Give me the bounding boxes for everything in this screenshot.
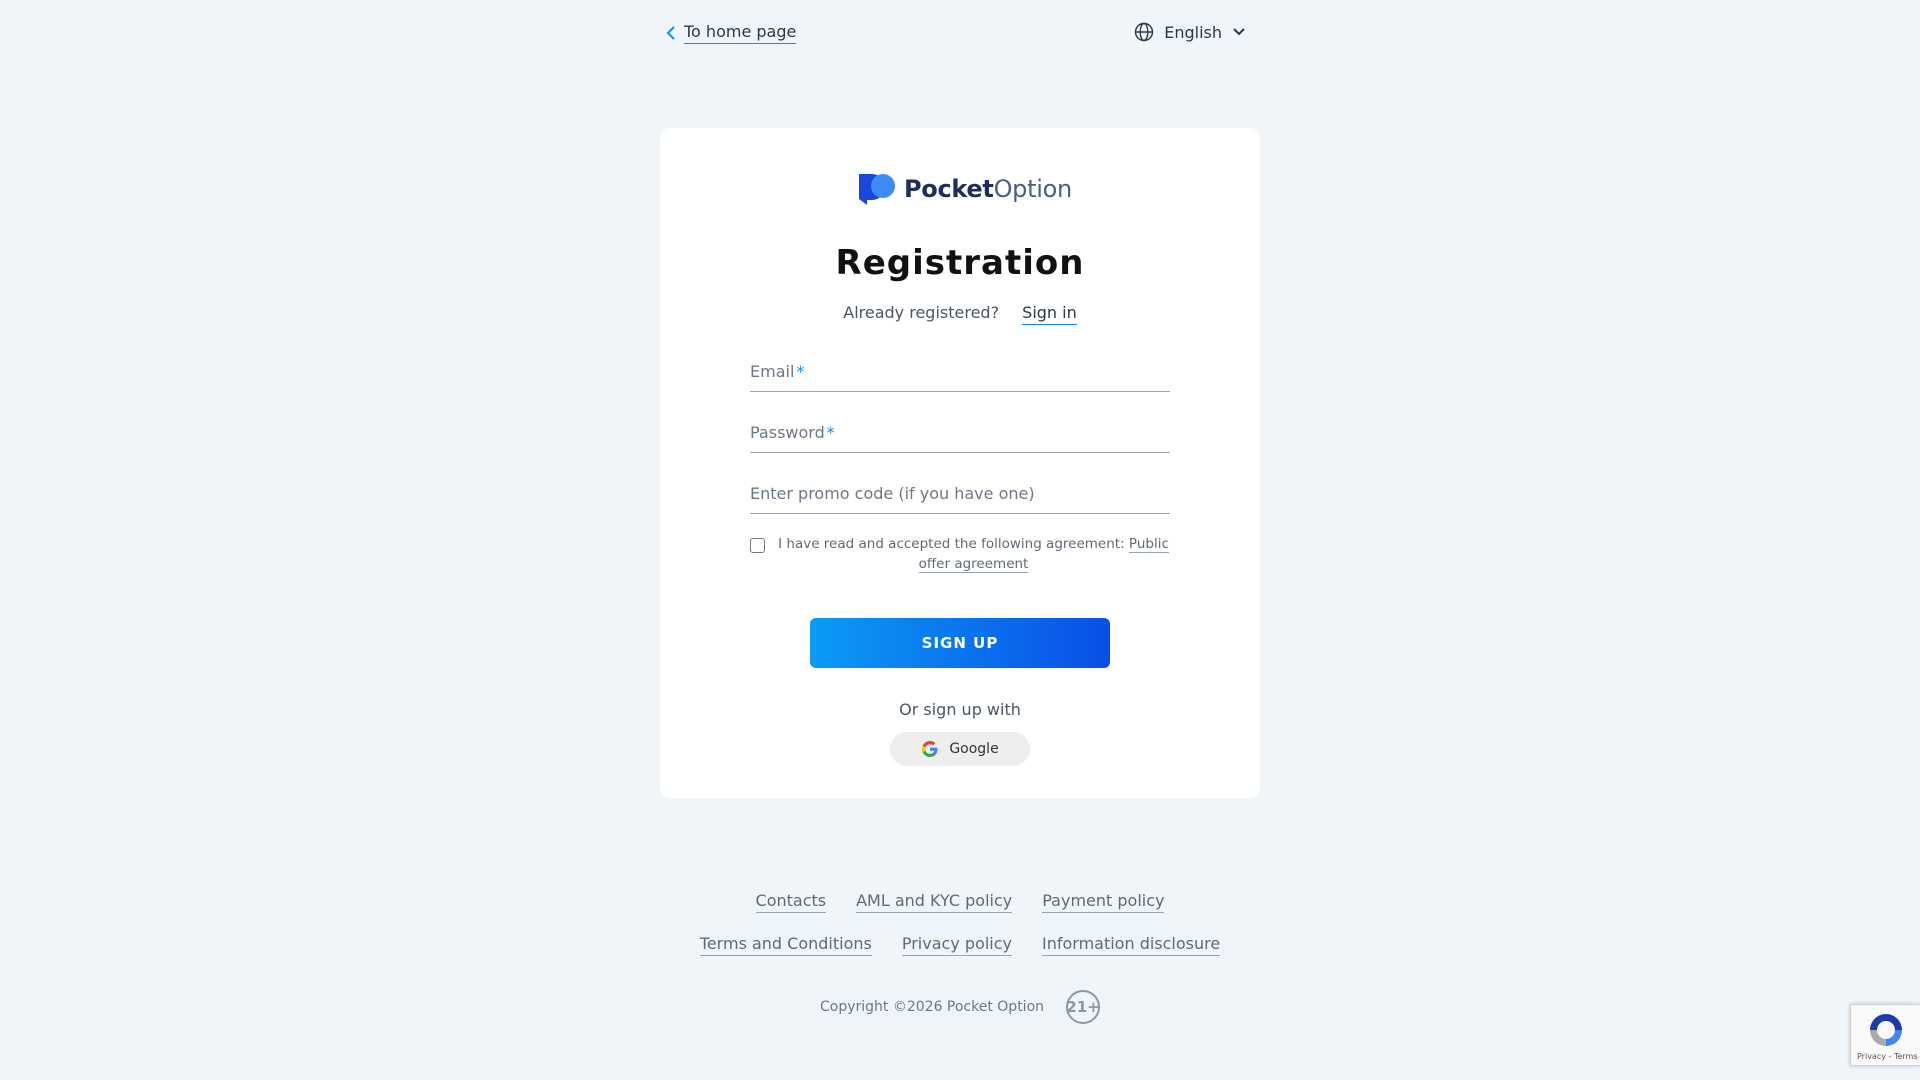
chevron-down-icon [1233, 28, 1245, 36]
already-registered-text: Already registered? [843, 303, 1000, 322]
footer-link-terms-and-conditions[interactable]: Terms and Conditions [699, 934, 872, 956]
recaptcha-icon [1870, 1014, 1902, 1046]
language-label: English [1164, 22, 1222, 42]
home-page-link-label: To home page [684, 22, 797, 44]
password-field[interactable]: Password * [750, 419, 1170, 453]
agreement-text: I have read and accepted the following a… [778, 536, 1125, 552]
top-bar: To home page English [660, 18, 1260, 48]
recaptcha-links[interactable]: Privacy - Terms [1857, 1052, 1918, 1061]
already-registered-row: Already registered? Sign in [660, 303, 1260, 325]
password-input[interactable] [750, 419, 1170, 452]
page-title: Registration [835, 243, 1085, 283]
registration-card: PocketOption Registration Already regist… [660, 128, 1260, 798]
copyright-text: Copyright ©2026 Pocket Option [819, 999, 1045, 1015]
home-page-link[interactable]: To home page [666, 22, 797, 44]
globe-icon [1135, 22, 1154, 42]
language-selector[interactable]: English [1134, 22, 1246, 42]
email-input[interactable] [750, 358, 1170, 391]
footer-links-row-2: Terms and Conditions Privacy policy Info… [0, 934, 1920, 956]
agreement-row: I have read and accepted the following a… [750, 534, 1170, 574]
logo-text-light: Option [993, 175, 1073, 203]
promo-code-field[interactable]: Enter promo code (if you have one) [750, 480, 1170, 514]
google-icon [922, 741, 938, 757]
sign-up-button[interactable]: SIGN UP [810, 618, 1110, 668]
recaptcha-badge[interactable]: Privacy - Terms [1850, 1004, 1920, 1066]
google-sign-up-button[interactable]: Google [890, 732, 1030, 766]
age-restriction-badge: 21+ [1066, 990, 1101, 1024]
sign-in-link[interactable]: Sign in [1022, 303, 1077, 325]
google-button-label: Google [949, 741, 999, 757]
email-field[interactable]: Email * [750, 358, 1170, 392]
promo-code-input[interactable] [750, 480, 1170, 513]
pocket-option-logo: PocketOption [858, 172, 1072, 206]
agreement-checkbox[interactable] [750, 538, 765, 553]
chevron-left-icon [666, 26, 675, 40]
footer-links-row-1: Contacts AML and KYC policy Payment poli… [0, 891, 1920, 913]
or-sign-up-with-text: Or sign up with [899, 700, 1021, 719]
logo-text-bold: Pocket [904, 175, 994, 203]
footer-link-aml-kyc-policy[interactable]: AML and KYC policy [856, 891, 1013, 913]
footer-link-payment-policy[interactable]: Payment policy [1042, 891, 1165, 913]
footer-link-privacy-policy[interactable]: Privacy policy [901, 934, 1012, 956]
footer-link-information-disclosure[interactable]: Information disclosure [1041, 934, 1221, 956]
pocket-option-logo-icon [859, 174, 895, 205]
footer-link-contacts[interactable]: Contacts [755, 891, 827, 913]
copyright-row: Copyright ©2026 Pocket Option 21+ [0, 990, 1920, 1024]
